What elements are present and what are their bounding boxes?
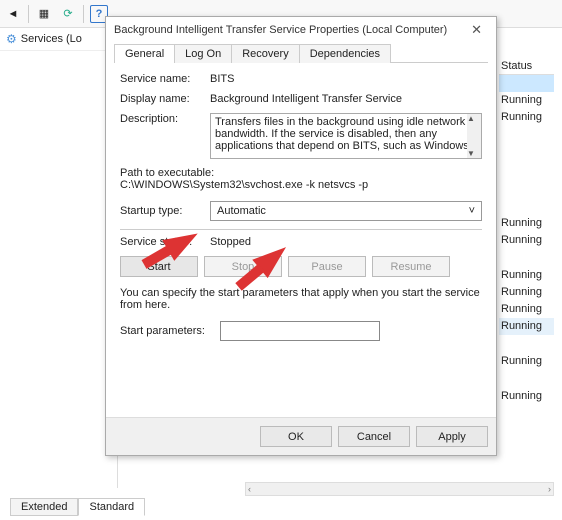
- list-row[interactable]: Running: [499, 267, 554, 284]
- properties-icon[interactable]: ▦: [35, 5, 53, 23]
- tab-extended[interactable]: Extended: [10, 498, 78, 516]
- description-box[interactable]: Transfers files in the background using …: [210, 113, 482, 159]
- ok-button[interactable]: OK: [260, 426, 332, 447]
- list-row[interactable]: [499, 75, 554, 92]
- tab-standard[interactable]: Standard: [78, 498, 145, 516]
- start-params-label: Start parameters:: [120, 325, 220, 337]
- close-icon[interactable]: ✕: [465, 22, 488, 38]
- list-row[interactable]: [499, 160, 554, 177]
- service-name-value: BITS: [210, 73, 234, 85]
- status-header[interactable]: Status: [499, 58, 554, 75]
- start-hint: You can specify the start parameters tha…: [120, 287, 482, 311]
- pause-button: Pause: [288, 256, 366, 277]
- apply-button[interactable]: Apply: [416, 426, 488, 447]
- start-params-input[interactable]: [220, 321, 380, 341]
- list-row[interactable]: Running: [499, 284, 554, 301]
- list-row[interactable]: Running: [499, 318, 554, 335]
- display-name-label: Display name:: [120, 93, 210, 105]
- services-node[interactable]: ⚙ Services (Lo: [0, 28, 117, 51]
- cancel-button[interactable]: Cancel: [338, 426, 410, 447]
- path-value: C:\WINDOWS\System32\svchost.exe -k netsv…: [120, 179, 368, 191]
- display-name-value: Background Intelligent Transfer Service: [210, 93, 402, 105]
- left-panel: ⚙ Services (Lo: [0, 28, 118, 488]
- tab-logon[interactable]: Log On: [174, 44, 232, 63]
- view-tabs: Extended Standard: [10, 498, 145, 516]
- description-value: Transfers files in the background using …: [215, 116, 469, 152]
- startup-type-select[interactable]: Automatic ˅: [210, 201, 482, 221]
- resume-button: Resume: [372, 256, 450, 277]
- tab-dependencies[interactable]: Dependencies: [299, 44, 391, 63]
- list-row[interactable]: Running: [499, 301, 554, 318]
- list-row[interactable]: Running: [499, 232, 554, 249]
- startup-type-label: Startup type:: [120, 205, 210, 217]
- service-status-value: Stopped: [210, 236, 251, 248]
- gear-icon: ⚙: [6, 32, 17, 46]
- properties-dialog: Background Intelligent Transfer Service …: [105, 16, 497, 456]
- list-row[interactable]: Running: [499, 215, 554, 232]
- status-column: Status Running Running Running Running R…: [499, 58, 554, 405]
- description-label: Description:: [120, 113, 210, 125]
- scrollbar[interactable]: ▲▼: [467, 114, 481, 158]
- service-name-label: Service name:: [120, 73, 210, 85]
- h-scrollbar[interactable]: ‹›: [245, 482, 554, 496]
- tab-recovery[interactable]: Recovery: [231, 44, 299, 63]
- tab-general[interactable]: General: [114, 44, 175, 63]
- dialog-tabs: General Log On Recovery Dependencies: [114, 43, 488, 63]
- list-row[interactable]: Running: [499, 353, 554, 370]
- list-row[interactable]: Running: [499, 92, 554, 109]
- nav-back-icon[interactable]: ◄: [4, 5, 22, 23]
- list-row[interactable]: [499, 143, 554, 160]
- services-label: Services (Lo: [21, 33, 82, 45]
- startup-type-value: Automatic: [217, 205, 266, 217]
- path-label: Path to executable:: [120, 167, 214, 179]
- list-row[interactable]: Running: [499, 109, 554, 126]
- dialog-title: Background Intelligent Transfer Service …: [114, 24, 447, 36]
- refresh-icon[interactable]: ⟳: [59, 5, 77, 23]
- list-row[interactable]: Running: [499, 388, 554, 405]
- list-row[interactable]: [499, 126, 554, 143]
- chevron-down-icon: ˅: [469, 205, 475, 217]
